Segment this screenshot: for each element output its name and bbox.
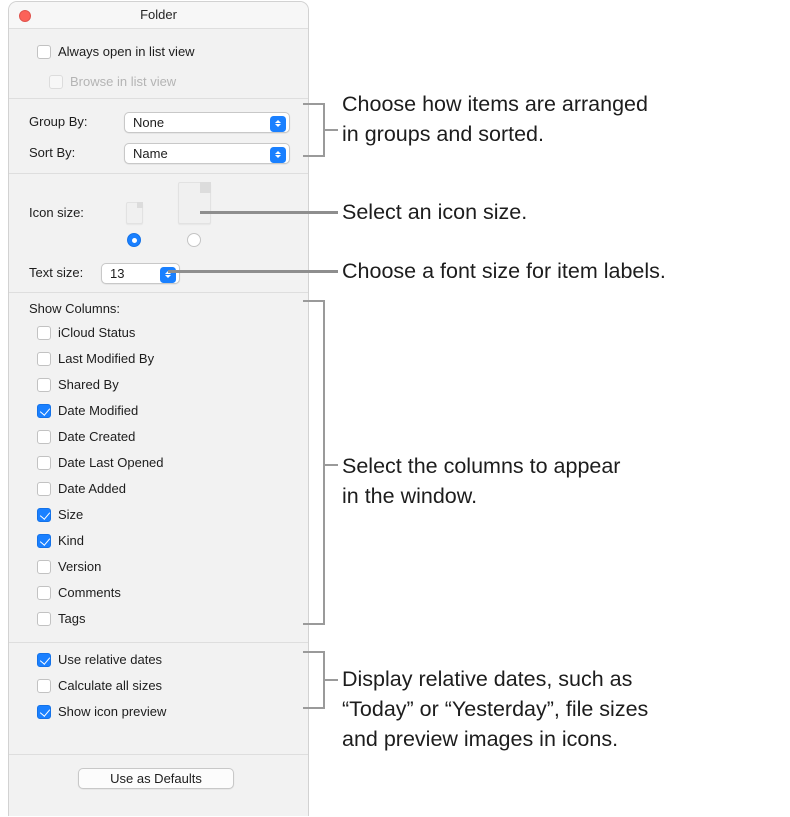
checkbox-label: Use relative dates [58,652,163,667]
checkbox-label: Tags [58,611,86,626]
annotation-arrange: Choose how items are arranged in groups … [342,92,648,146]
checkbox-column-size[interactable]: Size [37,507,83,522]
callout-leader-line [200,211,338,214]
icon-size-label: Icon size: [29,205,84,220]
text-size-label: Text size: [29,265,84,280]
text-size-popup-button[interactable]: 13 [101,263,180,284]
callout-bracket [303,300,325,625]
checkbox-label: Browse in list view [70,74,177,89]
text-size-label-row: Text size: [29,265,83,280]
annotation-columns: Select the columns to appear in the wind… [342,454,621,508]
callout-bracket [303,103,325,157]
section-divider [9,98,308,99]
checkbox-box[interactable] [37,533,51,548]
icon-size-label-row: Icon size: [29,205,84,220]
checkbox-label: Comments [58,585,121,600]
document-icon-large[interactable] [178,182,211,224]
folder-view-options-window: Folder Always open in list view Browse i… [8,1,309,816]
group-by-popup-button[interactable]: None [124,112,290,133]
group-by-label: Group By: [29,114,88,129]
annotation-text-size: Choose a font size for item labels. [342,259,666,283]
checkbox-label: Show icon preview [58,704,167,719]
checkbox-column-date-added[interactable]: Date Added [37,481,126,496]
sort-by-value: Name [133,146,168,161]
checkbox-box[interactable] [37,611,51,626]
checkbox-label: Calculate all sizes [58,678,163,693]
checkbox-label: Shared By [58,377,119,392]
section-divider [9,754,308,755]
checkbox-use-relative-dates[interactable]: Use relative dates [37,652,162,667]
checkbox-column-version[interactable]: Version [37,559,101,574]
checkbox-box[interactable] [37,704,51,719]
checkbox-label: Date Modified [58,403,139,418]
callout-stem [325,679,338,681]
checkbox-box[interactable] [37,403,51,418]
checkbox-label: Always open in list view [58,44,195,59]
document-icon-small[interactable] [126,202,143,224]
checkbox-box[interactable] [37,507,51,522]
checkbox-label: Date Last Opened [58,455,164,470]
annotation-icon-size: Select an icon size. [342,200,528,224]
callout-leader-line [168,270,338,273]
section-divider [9,173,308,174]
chevron-up-down-icon[interactable] [270,146,286,163]
group-by-value: None [133,115,165,130]
checkbox-box[interactable] [37,559,51,574]
use-as-defaults-button[interactable]: Use as Defaults [78,768,234,789]
callout-bracket [303,651,325,709]
checkbox-label: Kind [58,533,85,548]
checkbox-column-date-last-opened[interactable]: Date Last Opened [37,455,164,470]
radio-icon-size-large[interactable] [187,233,201,247]
radio-icon-size-small[interactable] [127,233,141,247]
checkbox-column-kind[interactable]: Kind [37,533,84,548]
checkbox-column-last-modified-by[interactable]: Last Modified By [37,351,154,366]
checkbox-column-date-modified[interactable]: Date Modified [37,403,138,418]
checkbox-show-icon-preview[interactable]: Show icon preview [37,704,166,719]
checkbox-always-open-in-list-view[interactable]: Always open in list view [37,44,195,59]
checkbox-label: Last Modified By [58,351,155,366]
checkbox-column-icloud-status[interactable]: iCloud Status [37,325,135,340]
checkbox-box[interactable] [37,455,51,470]
checkbox-label: Version [58,559,102,574]
checkbox-column-tags[interactable]: Tags [37,611,85,626]
checkbox-label: iCloud Status [58,325,136,340]
checkbox-box[interactable] [37,481,51,496]
checkbox-label: Date Created [58,429,136,444]
text-size-value: 13 [110,266,125,281]
checkbox-label: Date Added [58,481,126,496]
checkbox-box[interactable] [37,429,51,444]
checkbox-column-date-created[interactable]: Date Created [37,429,135,444]
sort-by-row: Sort By: [29,145,75,160]
sort-by-label: Sort By: [29,145,76,160]
checkbox-column-comments[interactable]: Comments [37,585,121,600]
window-title: Folder [140,7,177,22]
checkbox-box[interactable] [37,325,51,340]
window-titlebar: Folder [9,2,308,29]
callout-stem [325,129,338,131]
checkbox-calculate-all-sizes[interactable]: Calculate all sizes [37,678,162,693]
checkbox-box[interactable] [37,678,51,693]
checkbox-box[interactable] [37,351,51,366]
show-columns-label: Show Columns: [29,301,121,316]
show-columns-label-row: Show Columns: [29,301,120,316]
chevron-up-down-icon[interactable] [270,115,286,132]
checkbox-box[interactable] [37,44,51,59]
sort-by-popup-button[interactable]: Name [124,143,290,164]
checkbox-box[interactable] [37,652,51,667]
chevron-up-down-icon[interactable] [160,266,176,283]
checkbox-column-shared-by[interactable]: Shared By [37,377,119,392]
checkbox-box[interactable] [37,377,51,392]
group-by-row: Group By: [29,114,88,129]
section-divider [9,292,308,293]
checkbox-label: Size [58,507,84,522]
checkbox-browse-in-list-view: Browse in list view [49,74,176,89]
annotation-display-options: Display relative dates, such as “Today” … [342,667,649,751]
checkbox-box [49,74,63,89]
checkbox-box[interactable] [37,585,51,600]
callout-stem [325,464,338,466]
section-divider [9,642,308,643]
